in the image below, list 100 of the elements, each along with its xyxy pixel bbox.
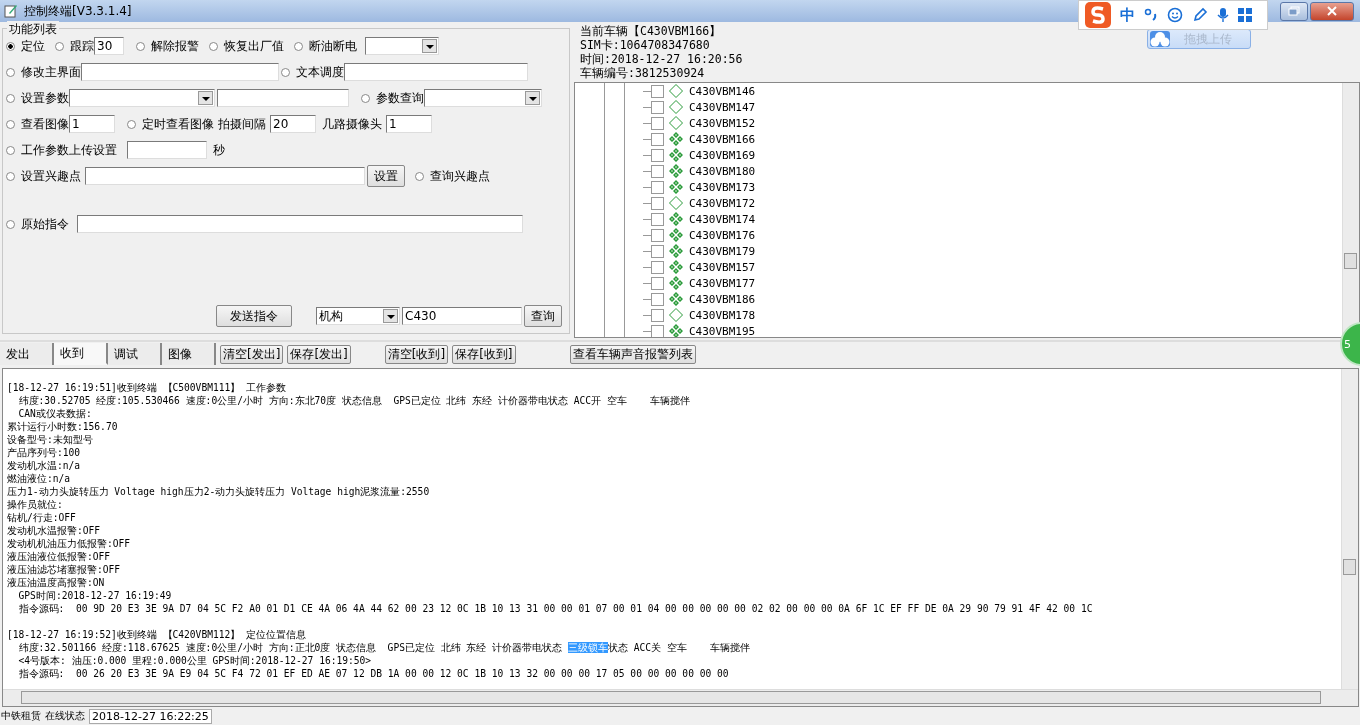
tree-item[interactable]: C430VBM174 [689, 212, 756, 226]
radio-option[interactable]: 修改主界面 [6, 63, 81, 81]
radio-option[interactable]: 定位 [6, 37, 45, 55]
checkbox[interactable] [651, 100, 664, 114]
tree-item[interactable]: C430VBM195 [689, 324, 756, 337]
checkbox[interactable] [651, 148, 664, 162]
close-icon [1327, 6, 1337, 16]
tree-item[interactable]: C430VBM157 [689, 260, 756, 274]
checkbox[interactable] [651, 244, 664, 258]
checkbox[interactable] [651, 180, 664, 194]
command-field[interactable] [77, 215, 523, 233]
close-button[interactable] [1310, 1, 1354, 21]
tree-item[interactable]: C430VBM186 [689, 292, 756, 306]
checkbox[interactable] [651, 260, 664, 274]
input-field[interactable] [217, 89, 349, 107]
tree-item[interactable]: C430VBM152 [689, 116, 756, 130]
save-sent-button[interactable]: 保存[发出] [287, 344, 351, 364]
dropdown[interactable] [365, 37, 439, 55]
radio-option[interactable]: 工作参数上传设置 [6, 141, 117, 159]
log-line: 液压油温度高报警:ON [7, 576, 106, 589]
punctuation-icon[interactable] [1144, 8, 1158, 22]
org-dropdown[interactable]: 机构 [316, 307, 400, 325]
checkbox[interactable] [651, 228, 664, 242]
tree-item[interactable]: C430VBM180 [689, 164, 756, 178]
tab[interactable]: 图像 [162, 343, 216, 365]
log-line: 发动机水温:n/a [7, 459, 82, 472]
checkbox[interactable] [651, 212, 664, 226]
track-field[interactable]: 30 [94, 37, 124, 55]
tree-item[interactable]: C430VBM179 [689, 244, 756, 258]
restore-button[interactable] [1280, 1, 1308, 21]
radio-option[interactable]: 断油断电 [294, 37, 357, 55]
update-time: 时间:2018-12-27 16:20:56 [580, 52, 743, 66]
query-button[interactable]: 查询 [524, 305, 562, 327]
tree-item[interactable]: C430VBM172 [689, 196, 756, 210]
log-line: <4号版本: 油压:0.000 里程:0.000公里 GPS时间:2018-12-27 16:19:50> [17, 654, 373, 667]
clear-received-button[interactable]: 清空[收到] [384, 344, 449, 364]
interval-field[interactable]: 20 [270, 115, 316, 133]
camera-field[interactable]: 1 [386, 115, 432, 133]
radio-option[interactable]: 跟踪 [55, 37, 94, 55]
log-line: CAN或仪表数据: [17, 407, 93, 420]
checkbox[interactable] [651, 84, 664, 98]
search-field[interactable]: C430 [402, 307, 522, 325]
checkbox[interactable] [651, 308, 664, 322]
log-line: 燃油液位:n/a [7, 472, 72, 485]
log-line: 累计运行小时数:156.70 [7, 420, 119, 433]
set-button[interactable]: 设置 [367, 165, 405, 187]
scrollbar[interactable] [3, 689, 1358, 706]
tree-item[interactable]: C430VBM169 [689, 148, 756, 162]
tree-item[interactable]: C430VBM166 [689, 132, 756, 146]
dropdown[interactable] [69, 89, 215, 107]
tab[interactable]: 调试 [108, 343, 162, 365]
tree-item[interactable]: C430VBM177 [689, 276, 756, 290]
input-field[interactable] [81, 63, 279, 81]
radio-option[interactable]: 文本调度 [281, 63, 344, 81]
tree-item[interactable]: C430VBM176 [689, 228, 756, 242]
save-received-button[interactable]: 保存[收到] [452, 344, 516, 364]
radio-option[interactable]: 恢复出厂值 [209, 37, 284, 55]
smiley-icon[interactable] [1167, 7, 1183, 23]
radio-option[interactable]: 查询兴趣点 [415, 167, 490, 185]
tab[interactable]: 收到 [54, 343, 108, 365]
checkbox[interactable] [651, 276, 664, 290]
ime-mode[interactable]: 中 [1120, 5, 1135, 25]
grid-icon[interactable] [1238, 8, 1252, 22]
radio-option[interactable]: 查看图像 [6, 115, 69, 133]
tree-item[interactable]: C430VBM146 [689, 84, 756, 98]
checkbox[interactable] [651, 292, 664, 306]
tree-item[interactable]: C430VBM173 [689, 180, 756, 194]
checkbox[interactable] [651, 132, 664, 146]
status-company: 中铁租赁 [1, 709, 41, 723]
current-vehicle: 当前车辆【C430VBM166】 [580, 24, 722, 38]
checkbox[interactable] [651, 324, 664, 337]
tree-item[interactable]: C430VBM178 [689, 308, 756, 322]
radio-option[interactable]: 设置兴趣点 [6, 167, 81, 185]
input-field[interactable] [344, 63, 528, 81]
scrollbar[interactable] [1341, 369, 1358, 689]
tree-item[interactable]: C430VBM147 [689, 100, 756, 114]
poi-field[interactable] [85, 167, 365, 185]
log-line: 纬度:30.52705 经度:105.530466 速度:0公里/小时 方向:东北70度 状态信息 GPS已定位 北纬 东经 计价器带电状态 ACC开 空车 车辆搅伴 [17, 394, 692, 407]
radio-option[interactable]: 解除报警 [136, 37, 199, 55]
dropdown[interactable] [424, 89, 542, 107]
pen-icon[interactable] [1192, 7, 1208, 23]
vehicle-number: 车辆编号:3812530924 [580, 66, 705, 80]
checkbox[interactable] [651, 116, 664, 130]
log-line: [18-12-27 16:19:52]收到终端 【C420VBM112】 定位位置信息 [7, 628, 308, 641]
alarm-list-button[interactable]: 查看车辆声音报警列表 [569, 344, 696, 364]
log-line: GPS时间:2018-12-27 16:19:49 [17, 589, 173, 602]
radio-option[interactable]: 定时查看图像 [127, 115, 214, 133]
checkbox[interactable] [651, 164, 664, 178]
radio-option[interactable]: 设置参数 [6, 89, 69, 107]
log-line: 压力1-动力头旋转压力 Voltage high压力2-动力头旋转压力 Voltage high泥浆流量:2550 [7, 485, 431, 498]
upload-interval-field[interactable] [127, 141, 207, 159]
clear-sent-button[interactable]: 清空[发出] [220, 344, 284, 364]
image-count-field[interactable]: 1 [69, 115, 115, 133]
radio-option[interactable]: 原始指令 [6, 215, 69, 233]
window-title: 控制终端[V3.3.1.4] [24, 2, 132, 20]
checkbox[interactable] [651, 196, 664, 210]
tab[interactable]: 发出 [0, 343, 54, 365]
microphone-icon[interactable] [1217, 7, 1229, 23]
send-button[interactable]: 发送指令 [216, 305, 292, 327]
radio-option[interactable]: 参数查询 [361, 89, 424, 107]
